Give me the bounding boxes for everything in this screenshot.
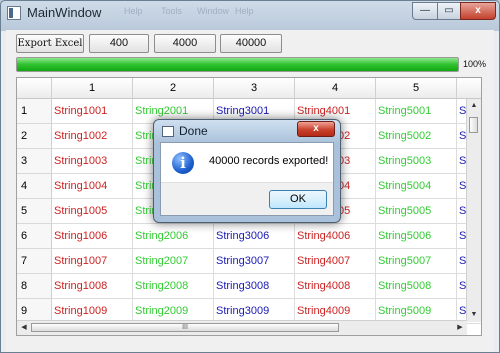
table-corner-button[interactable] — [17, 78, 52, 99]
ghost-menu-item: Window — [197, 6, 230, 16]
progress-percent-label: 100% — [463, 59, 487, 69]
horizontal-scrollbar[interactable]: ◀ III ▶ — [17, 320, 467, 335]
minimize-button[interactable]: — — [412, 2, 438, 20]
main-window: MainWindow Help Tools Window Help — ▭ x … — [0, 0, 500, 353]
ghost-menu-item: Help — [124, 6, 143, 16]
ghost-menu-item: Help — [235, 6, 254, 16]
export-progress-bar — [16, 57, 459, 72]
window-title: MainWindow — [27, 5, 102, 20]
table-cell[interactable]: String2006 — [133, 224, 214, 249]
vertical-scrollbar[interactable]: ▲ ▼ — [466, 99, 481, 322]
table-cell[interactable]: String5007 — [376, 249, 457, 274]
dialog-window-icon — [162, 126, 174, 137]
column-header[interactable]: 4 — [295, 78, 376, 99]
table-cell[interactable]: String1004 — [52, 174, 133, 199]
row-header[interactable]: 4 — [17, 174, 52, 199]
column-header[interactable]: 1 — [52, 78, 133, 99]
column-header[interactable]: 5 — [376, 78, 457, 99]
export-excel-button[interactable]: Export Excel — [16, 34, 84, 53]
table-cell[interactable]: String1005 — [52, 199, 133, 224]
load-400-button[interactable]: 400 — [89, 34, 149, 53]
app-window-icon — [7, 6, 21, 20]
done-dialog: Done x i 40000 records exported! OK — [153, 119, 341, 223]
scroll-left-icon[interactable]: ◀ — [17, 321, 31, 335]
table-cell[interactable]: String5008 — [376, 274, 457, 299]
dialog-body: i 40000 records exported! OK — [160, 142, 334, 216]
row-header[interactable]: 2 — [17, 124, 52, 149]
ok-button[interactable]: OK — [269, 190, 327, 209]
scroll-right-icon[interactable]: ▶ — [453, 321, 467, 335]
title-bar[interactable]: MainWindow Help Tools Window Help — ▭ x — [1, 1, 499, 27]
table-cell[interactable]: String1006 — [52, 224, 133, 249]
dialog-footer: OK — [161, 182, 333, 215]
ghost-menu-item: Tools — [161, 6, 183, 16]
table-cell[interactable]: String3007 — [214, 249, 295, 274]
table-cell[interactable]: String3006 — [214, 224, 295, 249]
dialog-message: 40000 records exported! — [209, 155, 329, 167]
maximize-button[interactable]: ▭ — [437, 2, 461, 20]
table-cell[interactable]: String5006 — [376, 224, 457, 249]
scroll-down-icon[interactable]: ▼ — [467, 308, 481, 322]
table-cell[interactable]: String4006 — [295, 224, 376, 249]
dialog-title: Done — [179, 124, 208, 138]
table-cell[interactable]: String1007 — [52, 249, 133, 274]
table-cell[interactable]: String5003 — [376, 149, 457, 174]
window-close-button[interactable]: x — [460, 2, 496, 20]
table-cell[interactable]: String1008 — [52, 274, 133, 299]
table-cell[interactable]: String2008 — [133, 274, 214, 299]
scroll-up-icon[interactable]: ▲ — [467, 99, 481, 113]
vertical-scroll-thumb[interactable] — [469, 117, 478, 133]
row-header[interactable]: 1 — [17, 99, 52, 124]
row-header[interactable]: 8 — [17, 274, 52, 299]
table-cell[interactable]: String3008 — [214, 274, 295, 299]
table-cell[interactable]: String4007 — [295, 249, 376, 274]
table-cell[interactable]: String2007 — [133, 249, 214, 274]
table-cell[interactable]: String1003 — [52, 149, 133, 174]
table-cell[interactable]: String5001 — [376, 99, 457, 124]
table-cell[interactable]: String4008 — [295, 274, 376, 299]
row-header[interactable]: 5 — [17, 199, 52, 224]
progress-fill — [17, 58, 458, 71]
table-cell[interactable]: String5004 — [376, 174, 457, 199]
dialog-close-button[interactable]: x — [297, 121, 335, 137]
row-header[interactable]: 3 — [17, 149, 52, 174]
table-cell[interactable]: String1002 — [52, 124, 133, 149]
load-4000-button[interactable]: 4000 — [154, 34, 216, 53]
horizontal-scroll-thumb[interactable]: III — [31, 323, 339, 332]
table-cell[interactable]: String5002 — [376, 124, 457, 149]
table-cell[interactable]: String5005 — [376, 199, 457, 224]
table-cell[interactable]: String1001 — [52, 99, 133, 124]
info-icon: i — [172, 152, 194, 174]
row-header[interactable]: 7 — [17, 249, 52, 274]
column-header[interactable]: 3 — [214, 78, 295, 99]
load-40000-button[interactable]: 40000 — [220, 34, 282, 53]
column-header[interactable]: 2 — [133, 78, 214, 99]
column-header[interactable] — [457, 78, 481, 99]
row-header[interactable]: 6 — [17, 224, 52, 249]
